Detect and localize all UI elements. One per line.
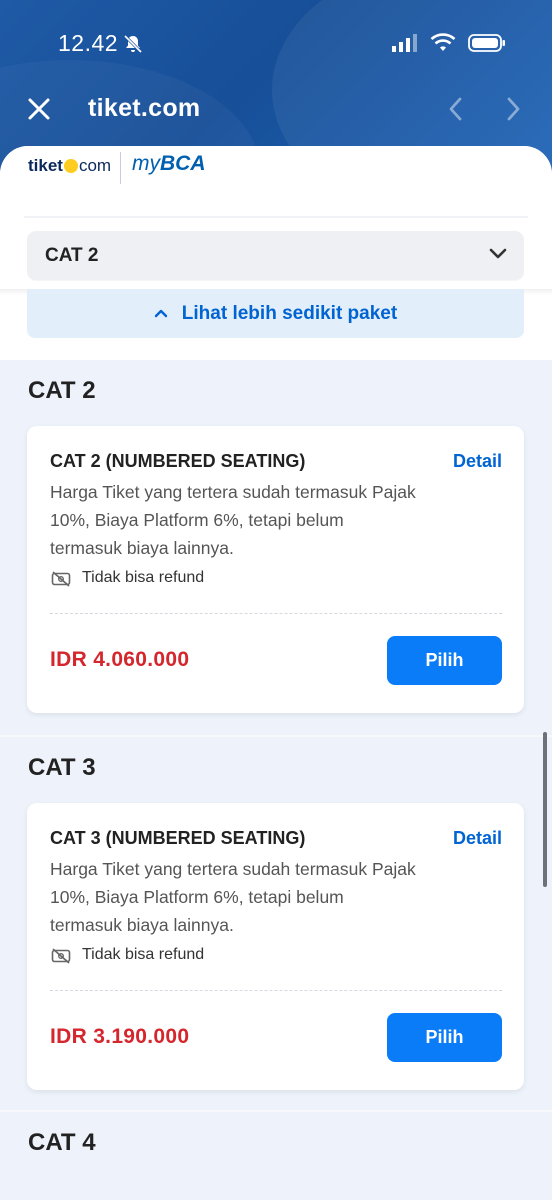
section-title: CAT 4 xyxy=(28,1129,96,1156)
ticket-name: CAT 3 (NUMBERED SEATING) xyxy=(50,828,306,848)
category-section: CAT 4 xyxy=(0,1110,552,1200)
ticket-price: IDR 3.190.000 xyxy=(50,1025,190,1048)
mybca-logo-suffix: BCA xyxy=(160,152,206,175)
wifi-icon xyxy=(430,33,456,58)
select-button[interactable]: Pilih xyxy=(387,636,502,685)
content-area: CAT 2 Lihat lebih sedikit paket CAT 2 CA… xyxy=(0,216,552,1200)
package-selector-panel: CAT 2 Lihat lebih sedikit paket xyxy=(0,216,552,360)
tiket-logo-text: tiket xyxy=(28,156,63,175)
ticket-card: CAT 2 (NUMBERED SEATING) Detail Harga Ti… xyxy=(27,426,524,713)
tiket-logo: tiket com xyxy=(28,156,111,176)
battery-icon xyxy=(468,33,506,58)
status-icons xyxy=(392,33,506,58)
tiket-logo-suffix: com xyxy=(78,156,112,175)
forward-arrow-icon[interactable] xyxy=(503,96,523,127)
ticket-card: CAT 3 (NUMBERED SEATING) Detail Harga Ti… xyxy=(27,803,524,1090)
section-title: CAT 3 xyxy=(28,754,96,781)
detail-link[interactable]: Detail xyxy=(453,828,502,849)
page-title: tiket.com xyxy=(88,94,201,122)
tiket-logo-dot xyxy=(63,159,78,173)
detail-link[interactable]: Detail xyxy=(453,451,502,472)
no-refund-icon xyxy=(51,948,71,969)
refund-policy: Tidak bisa refund xyxy=(82,569,205,586)
status-time: 12.42 xyxy=(58,30,119,56)
card-divider xyxy=(50,990,502,991)
category-dropdown[interactable]: CAT 2 xyxy=(27,231,524,280)
show-less-label: Lihat lebih sedikit paket xyxy=(181,302,398,324)
no-refund-icon xyxy=(51,571,71,592)
card-divider xyxy=(50,613,502,614)
bell-off-icon xyxy=(122,33,144,60)
ticket-description: Harga Tiket yang tertera sudah termasuk … xyxy=(50,859,416,935)
mybca-logo: myBCA xyxy=(132,152,206,176)
web-sheet: tiket com myBCA CAT 2 Lihat lebih sedikit… xyxy=(0,146,552,1200)
chevron-up-icon xyxy=(154,305,168,323)
ticket-description: Harga Tiket yang tertera sudah termasuk … xyxy=(50,482,416,558)
scrollbar[interactable] xyxy=(543,732,547,887)
signal-icon xyxy=(392,34,418,57)
panel-edge xyxy=(24,216,528,218)
ticket-price: IDR 4.060.000 xyxy=(50,648,190,671)
brand-bar: tiket com myBCA xyxy=(0,146,552,216)
show-less-packages-button[interactable]: Lihat lebih sedikit paket xyxy=(27,289,524,338)
category-dropdown-value: CAT 2 xyxy=(45,244,99,266)
select-button[interactable]: Pilih xyxy=(387,1013,502,1062)
chevron-down-icon xyxy=(488,247,508,266)
category-section: CAT 3 CAT 3 (NUMBERED SEATING) Detail Ha… xyxy=(0,735,552,1112)
ticket-name: CAT 2 (NUMBERED SEATING) xyxy=(50,451,306,471)
mybca-logo-prefix: my xyxy=(132,152,160,175)
close-icon[interactable] xyxy=(26,96,52,122)
refund-policy: Tidak bisa refund xyxy=(82,946,205,963)
logo-divider xyxy=(120,152,121,184)
back-arrow-icon[interactable] xyxy=(446,96,466,127)
section-title: CAT 2 xyxy=(28,377,96,404)
category-section: CAT 2 CAT 2 (NUMBERED SEATING) Detail Ha… xyxy=(0,360,552,735)
